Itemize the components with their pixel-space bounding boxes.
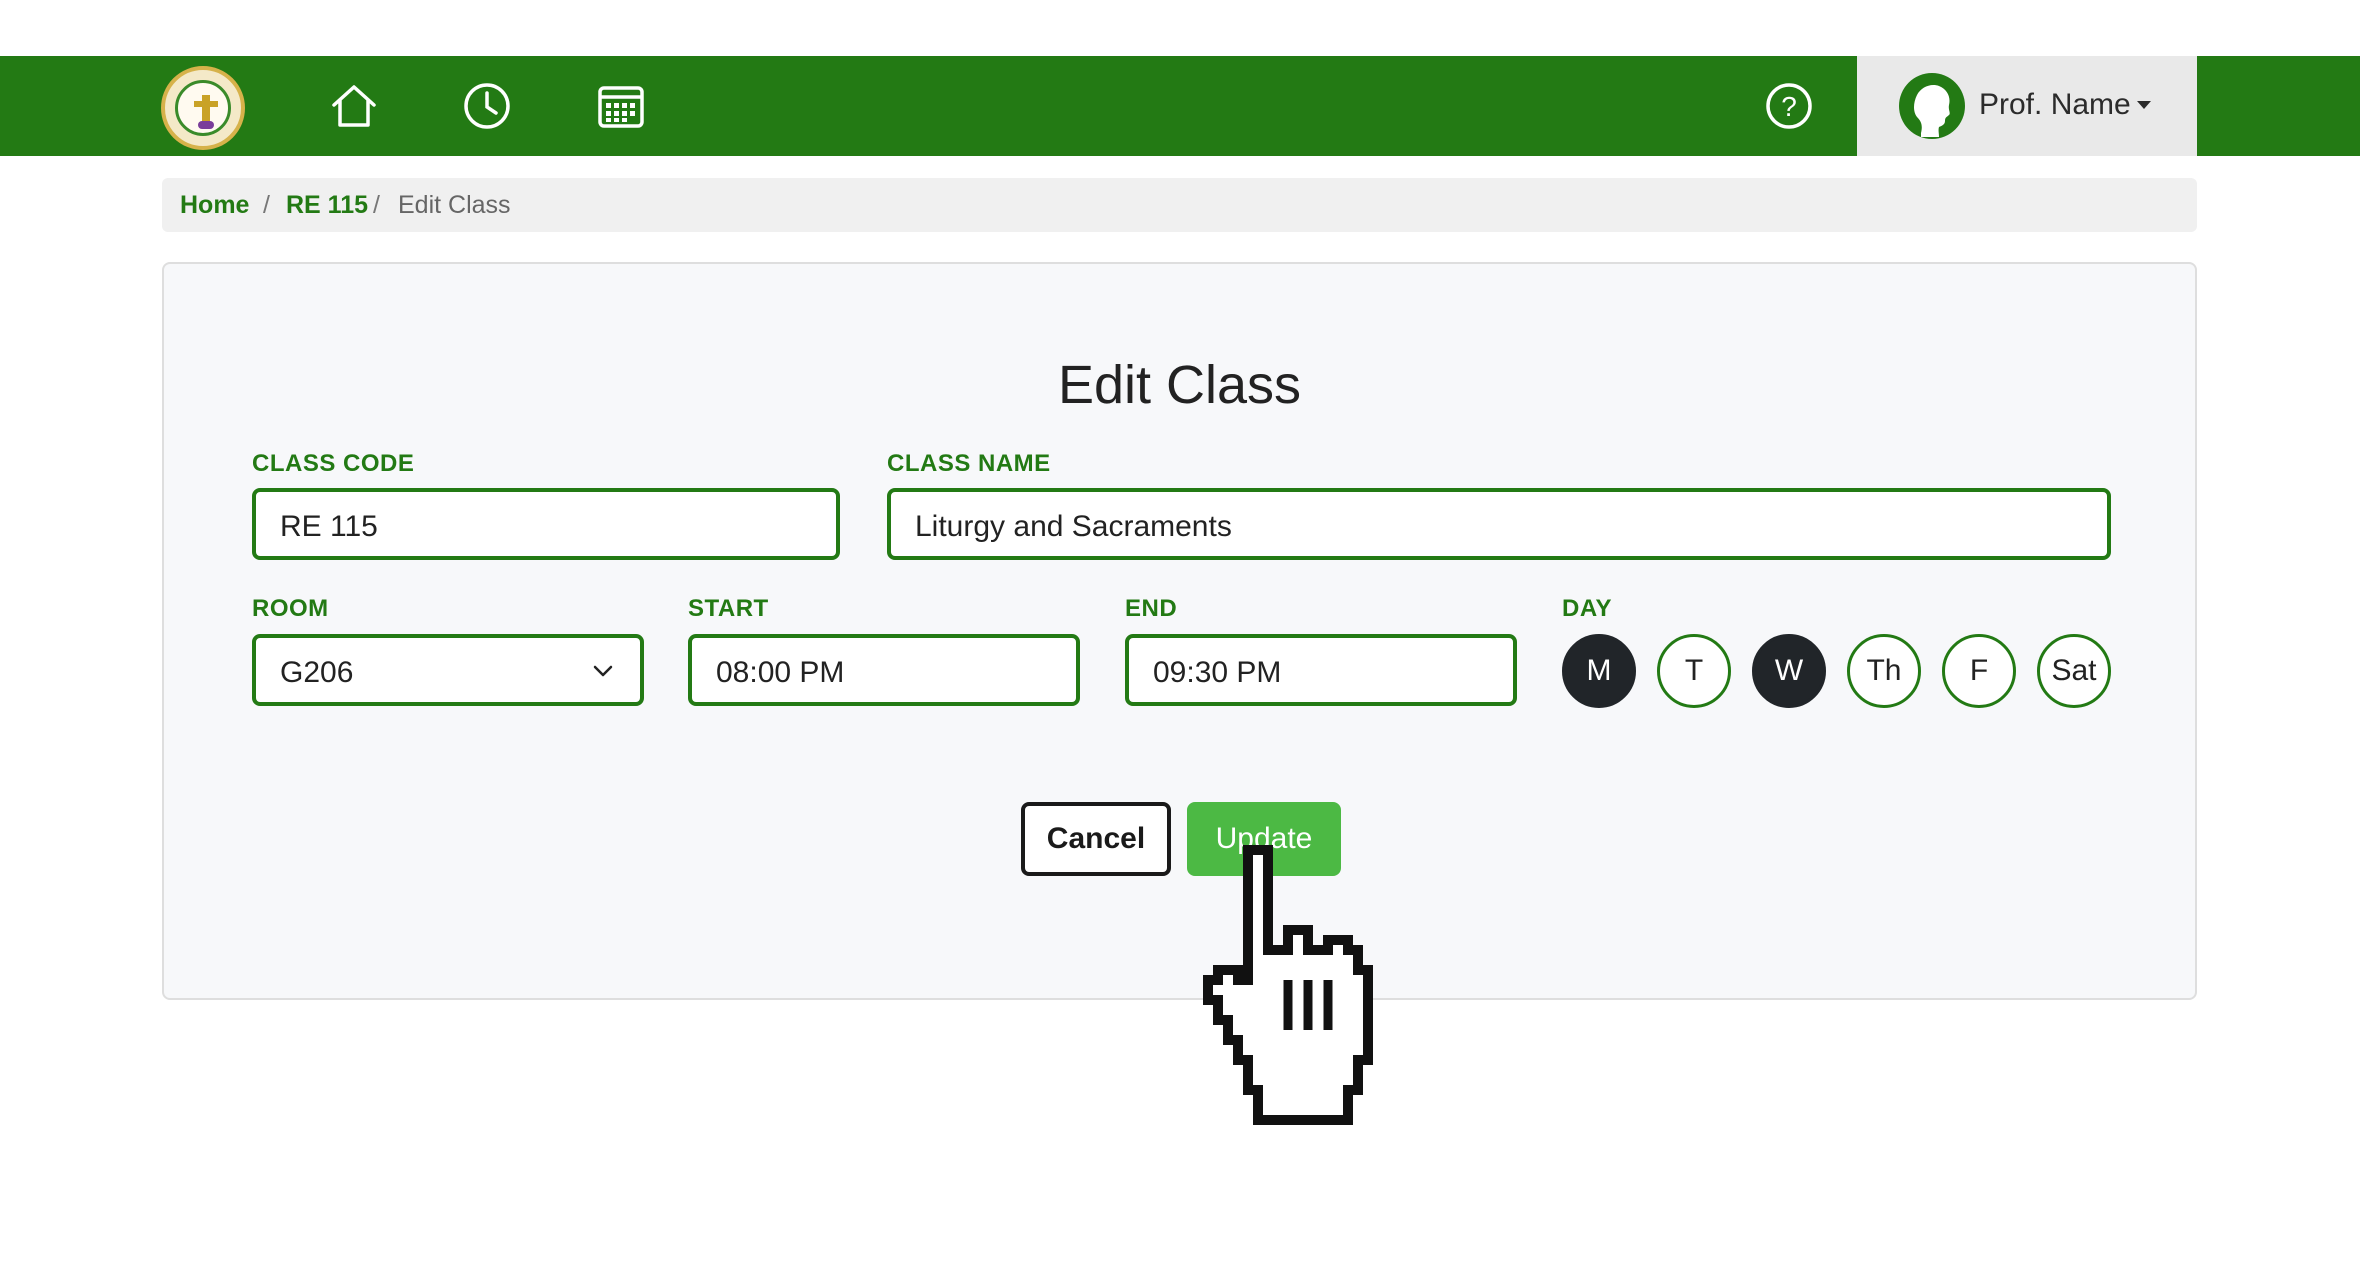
room-select[interactable]: G206 (252, 634, 644, 706)
class-name-label: CLASS NAME (887, 450, 1051, 477)
breadcrumb-home[interactable]: Home (180, 191, 249, 220)
breadcrumb-separator: / (263, 191, 270, 219)
day-toggle-saturday[interactable]: Sat (2037, 634, 2111, 708)
class-name-value: Liturgy and Sacraments (915, 510, 1232, 543)
avatar (1899, 73, 1965, 139)
update-button[interactable]: Update (1187, 802, 1341, 876)
breadcrumb-current: Edit Class (398, 191, 511, 219)
class-name-input[interactable]: Liturgy and Sacraments (887, 488, 2111, 560)
day-toggle-monday[interactable]: M (1562, 634, 1636, 708)
caret-down-icon (2137, 101, 2151, 109)
chevron-down-icon (592, 660, 614, 682)
class-code-input[interactable]: RE 115 (252, 488, 840, 560)
room-value: G206 (280, 656, 354, 689)
class-code-value: RE 115 (280, 510, 378, 543)
class-code-label: CLASS CODE (252, 450, 415, 477)
school-logo[interactable] (161, 66, 245, 150)
breadcrumb-course[interactable]: RE 115 (286, 191, 368, 220)
svg-text:?: ? (1781, 91, 1797, 122)
calendar-icon[interactable] (595, 80, 647, 132)
day-label: DAY (1562, 595, 1612, 622)
home-icon[interactable] (328, 80, 380, 132)
start-time-input[interactable]: 08:00 PM (688, 634, 1080, 706)
start-label: START (688, 595, 769, 622)
room-label: ROOM (252, 595, 329, 622)
end-label: END (1125, 595, 1178, 622)
logo-seal (175, 80, 231, 136)
breadcrumb: Home / RE 115 / Edit Class (162, 178, 2197, 232)
logo-cross-vertical (202, 95, 210, 123)
user-menu-dropdown[interactable]: Prof. Name (1857, 56, 2197, 156)
page-title: Edit Class (1057, 355, 1302, 415)
end-time-input[interactable]: 09:30 PM (1125, 634, 1517, 706)
edit-class-card: Edit Class CLASS CODE RE 115 CLASS NAME … (162, 262, 2197, 1000)
clock-icon[interactable] (461, 80, 513, 132)
logo-cross-horizontal (194, 101, 218, 107)
breadcrumb-separator: / (373, 191, 380, 219)
cancel-button[interactable]: Cancel (1021, 802, 1171, 876)
day-toggle-tuesday[interactable]: T (1657, 634, 1731, 708)
start-time-value: 08:00 PM (716, 656, 845, 689)
end-time-value: 09:30 PM (1153, 656, 1282, 689)
day-toggle-thursday[interactable]: Th (1847, 634, 1921, 708)
logo-flower (198, 121, 214, 129)
day-toggle-friday[interactable]: F (1942, 634, 2016, 708)
user-name: Prof. Name (1979, 88, 2131, 121)
help-icon[interactable]: ? (1763, 80, 1815, 132)
day-toggle-wednesday[interactable]: W (1752, 634, 1826, 708)
